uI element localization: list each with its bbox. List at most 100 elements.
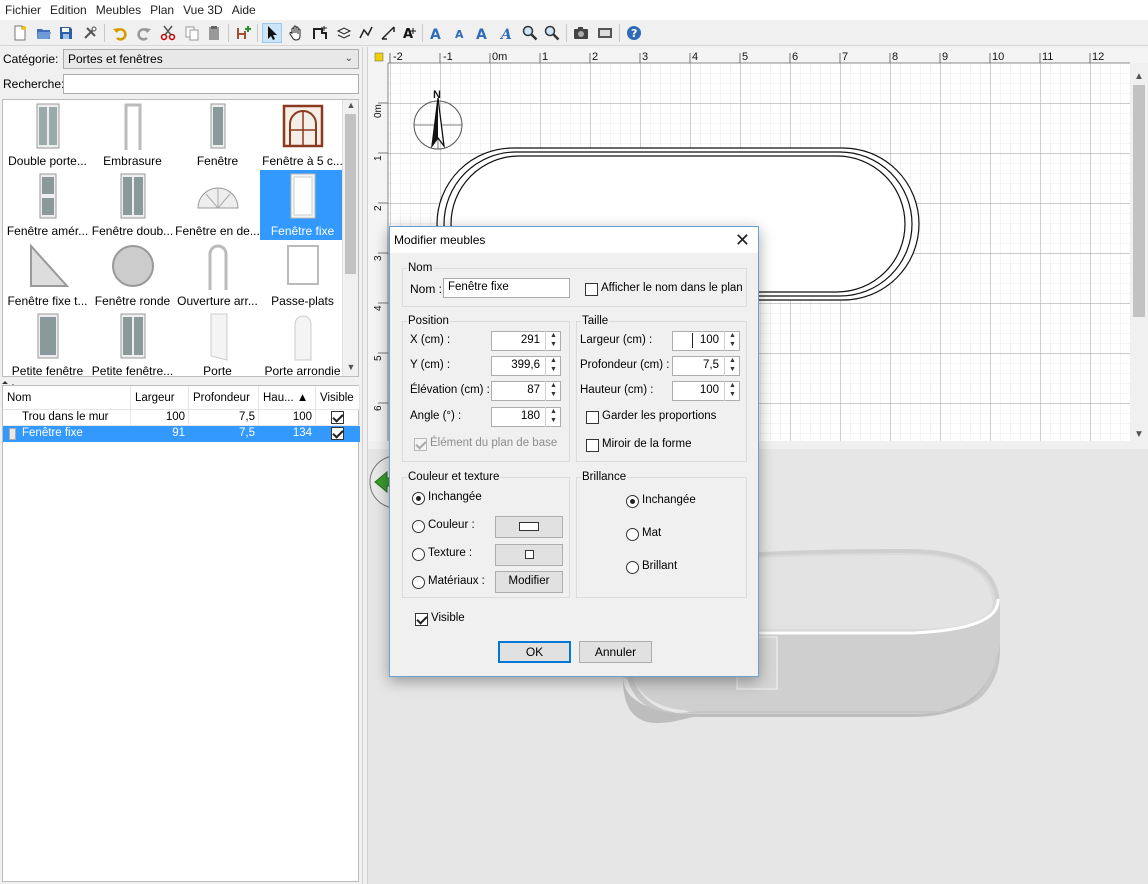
select-arrow-icon[interactable] (262, 23, 282, 43)
scroll-up-icon[interactable]: ▲ (1134, 71, 1144, 82)
materials-radio[interactable] (412, 576, 425, 589)
arched-opening-icon (208, 244, 228, 290)
col-header-nom[interactable]: Nom (3, 386, 131, 410)
catalog-item[interactable]: Petite fenêtre... (90, 310, 175, 376)
menu-vue3d[interactable]: Vue 3D (178, 3, 227, 17)
table-row[interactable]: Trou dans le mur 100 7,5 100 (3, 410, 360, 426)
base-plan-checkbox[interactable] (414, 438, 427, 451)
catalog-item-name: Fenêtre ronde (94, 294, 171, 308)
create-polylines-icon[interactable] (356, 23, 376, 43)
catalog-item[interactable]: Porte arrondie (260, 310, 345, 376)
catalog-scrollbar[interactable]: ▲ ▼ (342, 100, 358, 376)
mirror-checkbox[interactable] (586, 439, 599, 452)
scroll-down-icon[interactable]: ▼ (343, 362, 358, 376)
decrease-text-size-icon[interactable]: A (450, 23, 470, 43)
menu-aide[interactable]: Aide (227, 3, 260, 17)
x-label: X (cm) : (410, 334, 451, 346)
ruler-x-label: 8 (892, 51, 898, 63)
search-input[interactable] (63, 74, 359, 94)
show-name-checkbox[interactable] (585, 283, 598, 296)
redo-icon[interactable] (134, 23, 154, 43)
angle-spinner[interactable]: ▲ ▼ (545, 407, 561, 427)
menu-edition[interactable]: Edition (45, 3, 91, 17)
zoom-out-icon[interactable] (542, 23, 562, 43)
ruler-x-label: 7 (842, 51, 848, 63)
create-photo-icon[interactable] (571, 23, 591, 43)
menu-plan[interactable]: Plan (145, 3, 178, 17)
italic-text-icon[interactable]: A (496, 23, 516, 43)
cut-icon[interactable] (158, 23, 178, 43)
zoom-in-icon[interactable] (520, 23, 540, 43)
catalog-item[interactable]: Embrasure (90, 100, 175, 170)
catalog-item[interactable]: Fenêtre fixe t... (5, 240, 90, 310)
split-handle[interactable] (0, 377, 362, 387)
visible-checkbox[interactable] (415, 613, 428, 626)
visible-checkbox[interactable] (331, 411, 344, 424)
add-text-icon[interactable]: A (400, 23, 420, 43)
scroll-down-icon[interactable]: ▼ (1134, 429, 1144, 440)
increase-text-size-icon[interactable]: A (426, 23, 446, 43)
menu-fichier[interactable]: Fichier (0, 3, 45, 17)
shine-bright-radio[interactable] (626, 561, 639, 574)
close-icon[interactable]: ✕ (735, 230, 750, 251)
undo-icon[interactable] (110, 23, 130, 43)
texture-radio[interactable] (412, 548, 425, 561)
cancel-button[interactable]: Annuler (579, 641, 652, 663)
catalog-item[interactable]: Petite fenêtre (5, 310, 90, 376)
create-dimensions-icon[interactable] (378, 23, 398, 43)
help-icon[interactable]: ? (624, 23, 644, 43)
keep-proportions-checkbox[interactable] (586, 411, 599, 424)
col-header-largeur[interactable]: Largeur (131, 386, 189, 410)
catalog-item[interactable]: Fenêtre ronde (90, 240, 175, 310)
texture-picker-button[interactable] (495, 544, 563, 566)
paste-icon[interactable] (204, 23, 224, 43)
catalog-item[interactable]: Fenêtre à 5 c... (260, 100, 345, 170)
ok-button[interactable]: OK (498, 641, 571, 663)
save-icon[interactable] (56, 23, 76, 43)
cell-visible (316, 410, 360, 426)
height-spinner[interactable]: ▲ ▼ (724, 381, 740, 401)
copy-icon[interactable] (182, 23, 202, 43)
preferences-icon[interactable] (80, 23, 100, 43)
col-header-visible[interactable]: Visible (316, 386, 360, 410)
category-combo[interactable]: Portes et fenêtres ⌄ (63, 49, 359, 69)
create-video-icon[interactable] (595, 23, 615, 43)
col-header-hauteur[interactable]: Hau... ▲ (259, 386, 316, 410)
catalog-item-selected[interactable]: Fenêtre fixe (260, 170, 345, 240)
color-radio[interactable] (412, 520, 425, 533)
catalog-item[interactable]: Ouverture arr... (175, 240, 260, 310)
catalog-item[interactable]: Fenêtre en de... (175, 170, 260, 240)
catalog-item[interactable]: Porte (175, 310, 260, 376)
visible-checkbox[interactable] (331, 427, 344, 440)
y-spinner[interactable]: ▲ ▼ (545, 356, 561, 376)
elevation-spinner[interactable]: ▲ ▼ (545, 381, 561, 401)
lock-icon[interactable] (374, 52, 384, 62)
pan-hand-icon[interactable] (286, 23, 306, 43)
new-file-icon[interactable] (10, 23, 30, 43)
scroll-up-icon[interactable]: ▲ (343, 100, 358, 114)
catalog-item[interactable]: Passe-plats (260, 240, 345, 310)
col-header-profondeur[interactable]: Profondeur (189, 386, 259, 410)
depth-spinner[interactable]: ▲ ▼ (724, 356, 740, 376)
shine-mat-radio[interactable] (626, 528, 639, 541)
modify-materials-button[interactable]: Modifier (495, 571, 563, 593)
catalog-item[interactable]: Fenêtre (175, 100, 260, 170)
color-picker-button[interactable] (495, 516, 563, 538)
plan-scroll-thumb[interactable] (1133, 85, 1145, 317)
color-unchanged-radio[interactable] (412, 492, 425, 505)
menu-meubles[interactable]: Meubles (91, 3, 145, 17)
bold-text-icon[interactable]: A (472, 23, 492, 43)
create-walls-icon[interactable] (310, 23, 330, 43)
shine-unchanged-radio[interactable] (626, 495, 639, 508)
catalog-item[interactable]: Double porte... (5, 100, 90, 170)
width-spinner[interactable]: ▲ ▼ (724, 331, 740, 351)
table-row-selected[interactable]: Fenêtre fixe 91 7,5 134 (3, 426, 360, 442)
open-folder-icon[interactable] (34, 23, 54, 43)
add-furniture-icon[interactable] (233, 23, 253, 43)
scroll-thumb[interactable] (345, 114, 356, 274)
catalog-item[interactable]: Fenêtre doub... (90, 170, 175, 240)
create-rooms-icon[interactable] (334, 23, 354, 43)
catalog-item[interactable]: Fenêtre amér... (5, 170, 90, 240)
x-spinner[interactable]: ▲ ▼ (545, 331, 561, 351)
name-field[interactable]: Fenêtre fixe (443, 278, 570, 298)
